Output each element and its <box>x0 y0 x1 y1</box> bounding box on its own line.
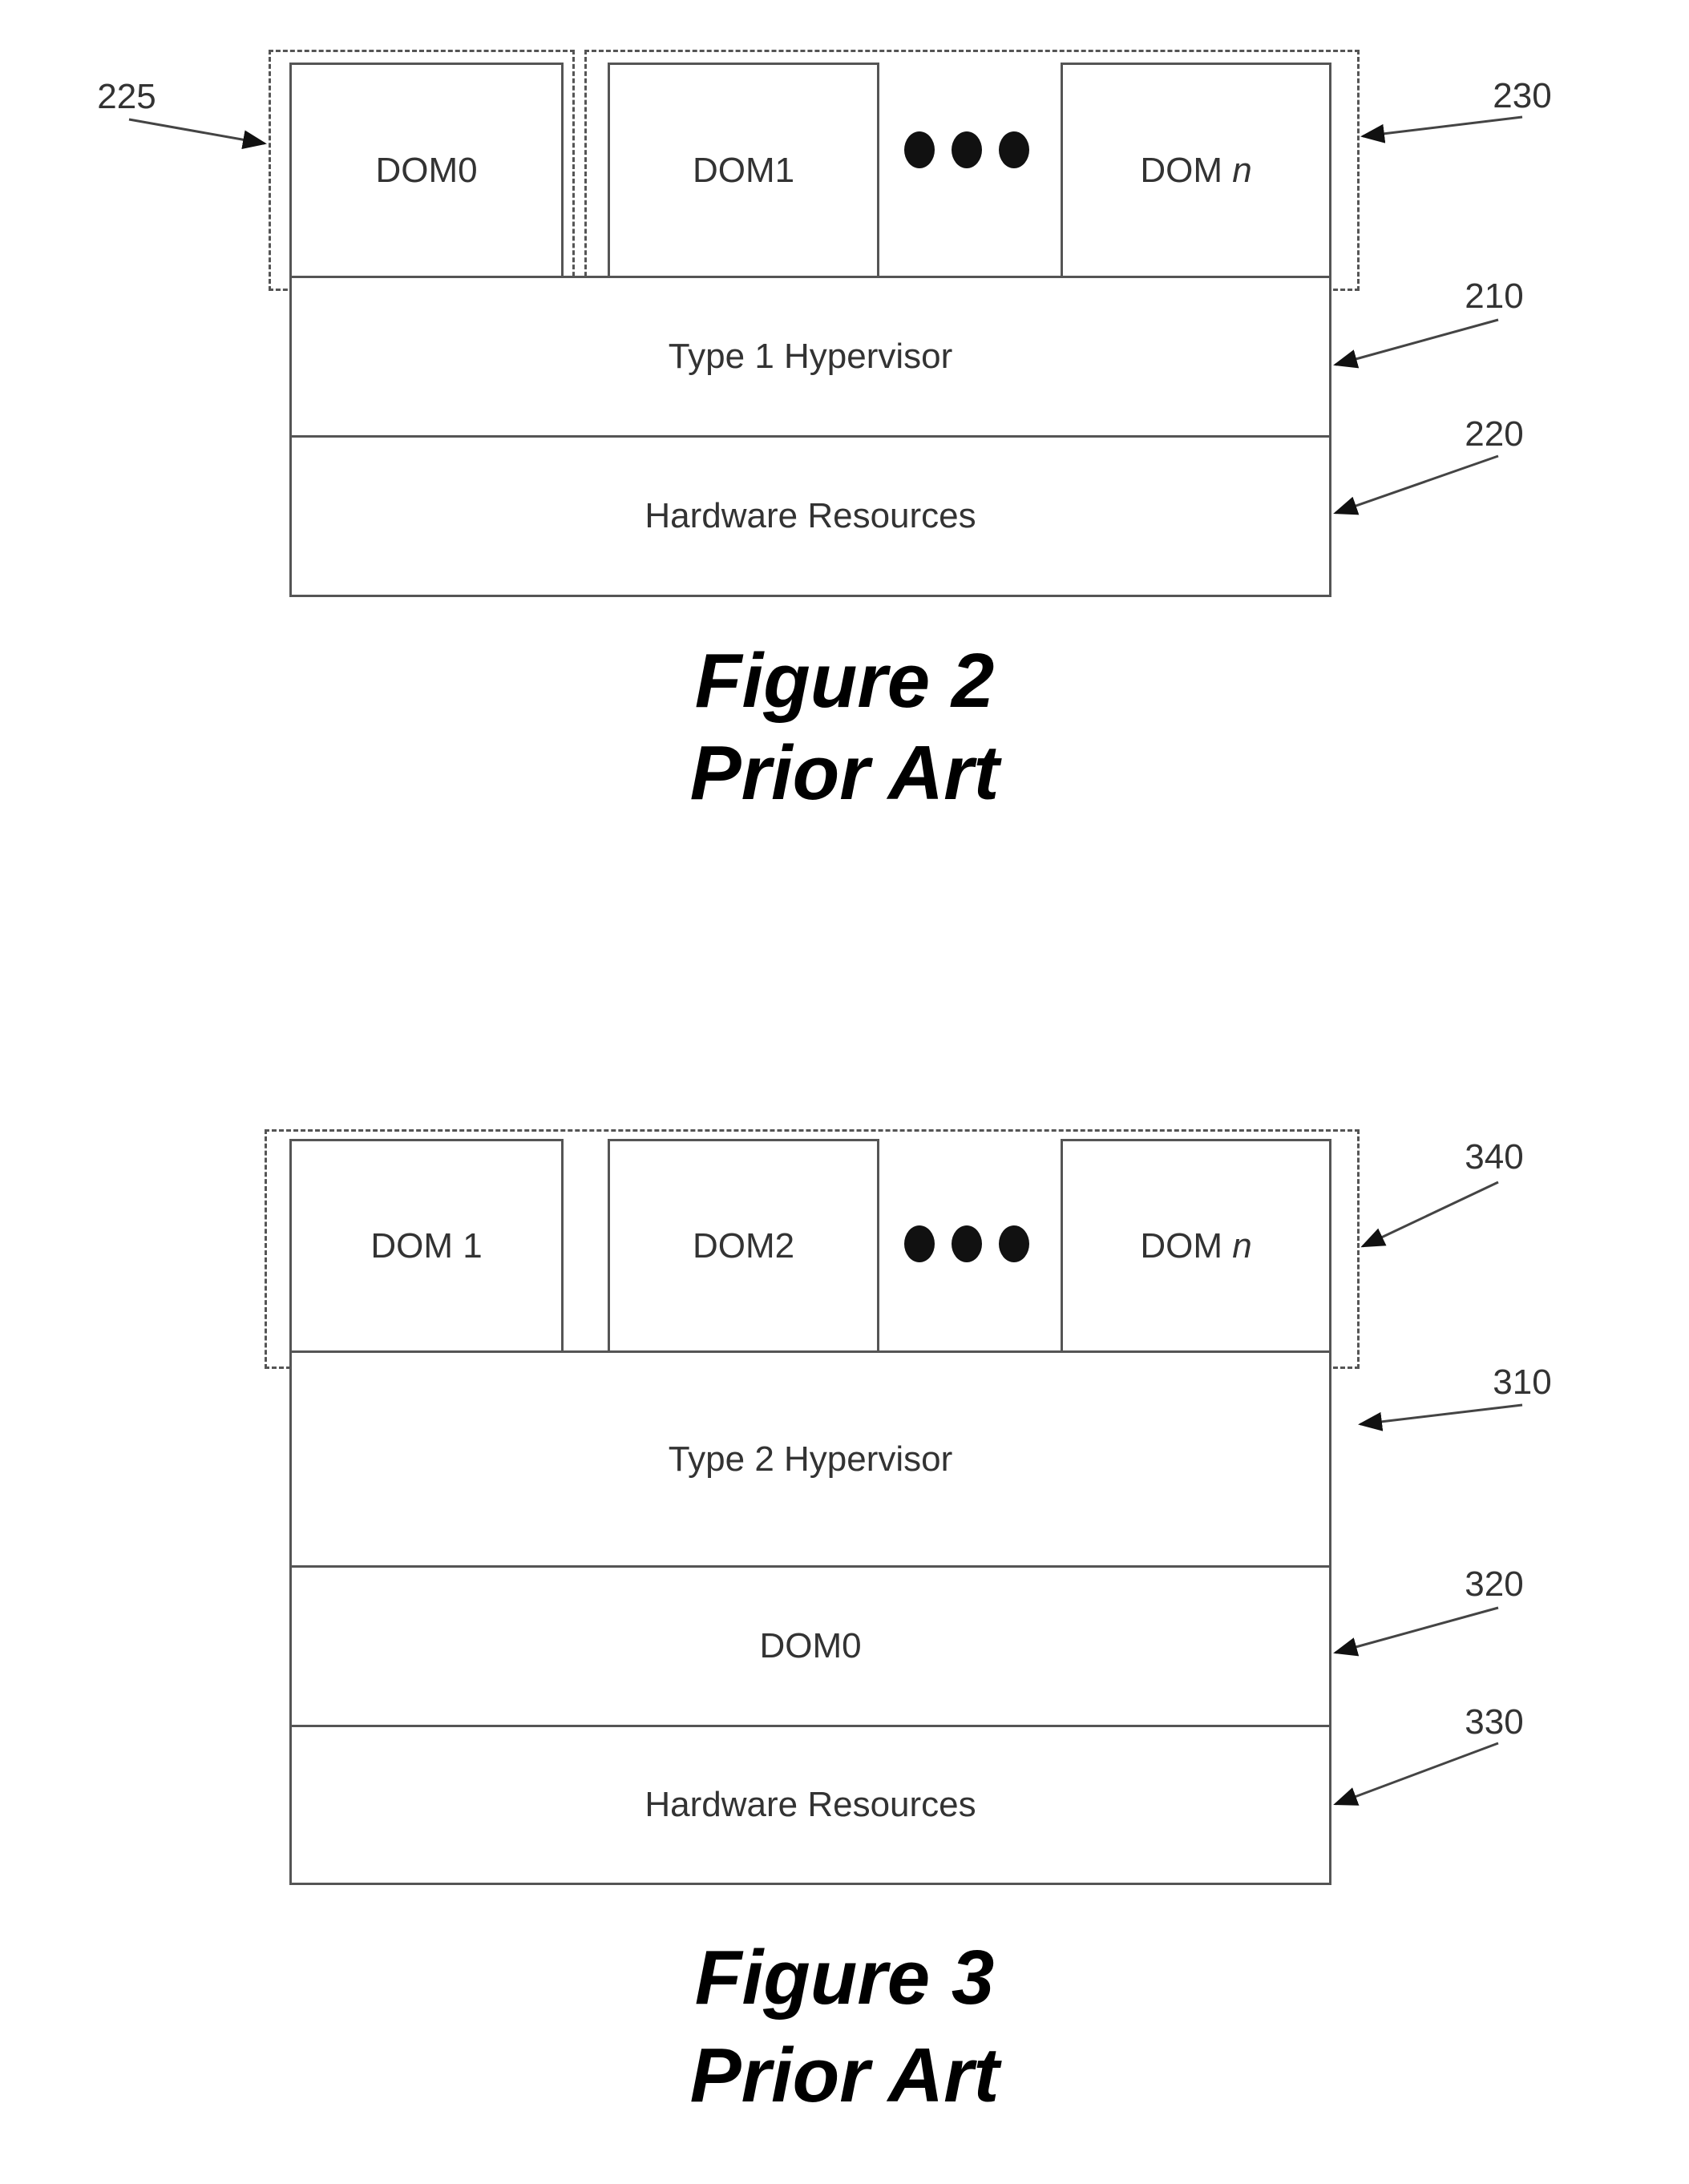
dom-index: n <box>1232 1225 1252 1266</box>
arrow-210 <box>1333 318 1499 369</box>
dom-prefix: DOM <box>1140 150 1222 190</box>
fig3-hardware-resources-label: Hardware Resources <box>644 1785 976 1824</box>
fig3-dom0-label: DOM0 <box>759 1626 862 1665</box>
fig3-dom0-layer: DOM0 <box>289 1565 1331 1727</box>
fig2-subcaption: Prior Art <box>689 730 1000 816</box>
ellipsis-dot-icon <box>904 131 935 168</box>
ref-label-320: 320 <box>1465 1564 1524 1604</box>
fig3-subcaption: Prior Art <box>689 2033 1000 2118</box>
arrow-230 <box>1360 115 1523 143</box>
fig3-dom2-box: DOM2 <box>608 1139 879 1353</box>
fig2-dom1-label: DOM1 <box>692 150 795 190</box>
arrow-320 <box>1333 1606 1499 1657</box>
fig2-domn-label: DOM n <box>1140 151 1251 191</box>
fig2-dom0-label: DOM0 <box>375 150 478 190</box>
arrow-340 <box>1360 1181 1499 1248</box>
fig3-domn-box: DOM n <box>1061 1139 1331 1353</box>
fig2-hardware-resources-label: Hardware Resources <box>644 496 976 535</box>
fig3-hardware-resources-layer: Hardware Resources <box>289 1725 1331 1885</box>
ref-label-230: 230 <box>1493 76 1552 115</box>
ellipsis-dot-icon <box>999 131 1029 168</box>
ref-label-210: 210 <box>1465 277 1524 316</box>
dom-prefix: DOM <box>1140 1225 1222 1266</box>
fig2-caption: Figure 2 <box>694 638 995 724</box>
fig3-caption: Figure 3 <box>694 1935 995 2021</box>
arrow-330 <box>1333 1742 1499 1806</box>
fig3-domn-label: DOM n <box>1140 1226 1251 1266</box>
ellipsis-dot-icon <box>952 1225 982 1262</box>
ref-label-225: 225 <box>97 77 156 116</box>
ellipsis-dot-icon <box>952 131 982 168</box>
type1-hypervisor-label: Type 1 Hypervisor <box>668 337 953 376</box>
ref-label-330: 330 <box>1465 1702 1524 1742</box>
fig3-dom2-label: DOM2 <box>692 1225 795 1266</box>
fig2-dom0-box: DOM0 <box>289 63 564 278</box>
fig2-dom1-box: DOM1 <box>608 63 879 278</box>
ref-label-310: 310 <box>1493 1362 1552 1402</box>
fig3-dom1-label: DOM 1 <box>370 1225 483 1266</box>
arrow-220 <box>1333 454 1499 515</box>
ellipsis-dot-icon <box>904 1225 935 1262</box>
fig3-dom1-box: DOM 1 <box>289 1139 564 1353</box>
ref-label-220: 220 <box>1465 414 1524 454</box>
arrow-310 <box>1358 1403 1523 1431</box>
type1-hypervisor-layer: Type 1 Hypervisor <box>289 276 1331 438</box>
dom-index: n <box>1232 150 1252 190</box>
type2-hypervisor-layer: Type 2 Hypervisor <box>289 1350 1331 1568</box>
fig2-domn-box: DOM n <box>1061 63 1331 278</box>
arrow-225 <box>128 118 267 150</box>
ellipsis-dot-icon <box>999 1225 1029 1262</box>
ref-label-340: 340 <box>1465 1137 1524 1177</box>
fig2-hardware-resources-layer: Hardware Resources <box>289 435 1331 597</box>
type2-hypervisor-label: Type 2 Hypervisor <box>668 1439 953 1479</box>
